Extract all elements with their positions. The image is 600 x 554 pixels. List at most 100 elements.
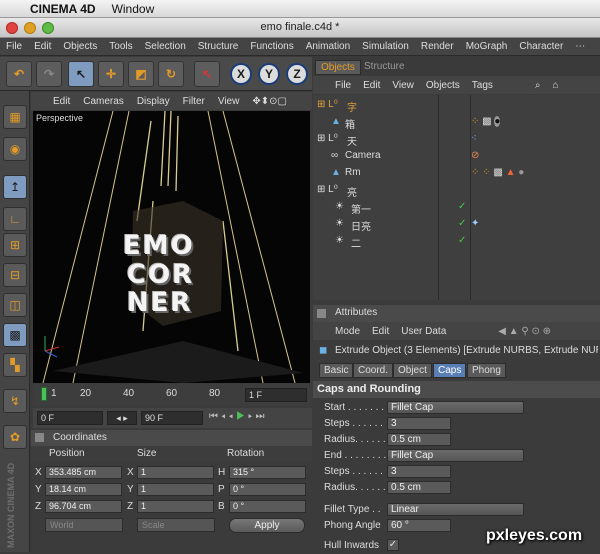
menu-objects[interactable]: Objects — [63, 41, 97, 52]
rotate-tool-icon[interactable]: ↻ — [158, 61, 184, 87]
object-name[interactable]: Camera — [345, 150, 381, 161]
object-name[interactable]: 第一 — [351, 201, 371, 216]
position-y-field[interactable]: 18.14 cm — [45, 483, 122, 496]
object-name[interactable]: 日亮 — [351, 218, 371, 233]
objmenu-file[interactable]: File — [335, 80, 351, 91]
object-name[interactable]: 箱 — [345, 116, 355, 131]
viewport-menu-view[interactable]: View — [218, 96, 240, 107]
attrmenu-edit[interactable]: Edit — [372, 326, 389, 337]
material-tags[interactable]: ⁘ ▩ ● — [471, 116, 501, 127]
points-mode-icon[interactable]: ∟ — [3, 207, 27, 231]
target-tag-icon[interactable]: ✦ — [471, 218, 479, 229]
start-steps-field[interactable]: 3 — [387, 417, 451, 430]
rotation-b-field[interactable]: 0 ° — [229, 500, 306, 513]
apply-button[interactable]: Apply — [229, 518, 305, 533]
viewport-menu-filter[interactable]: Filter — [183, 96, 205, 107]
position-x-field[interactable]: 353.485 cm — [45, 466, 122, 479]
objmenu-edit[interactable]: Edit — [363, 80, 380, 91]
object-row[interactable]: ☀ 二 ✓ — [313, 233, 600, 250]
tab-phong[interactable]: Phong — [467, 363, 506, 378]
texture-mode-icon[interactable]: ▩ — [3, 323, 27, 347]
size-x-field[interactable]: 1 — [137, 466, 214, 479]
menu-render[interactable]: Render — [421, 41, 454, 52]
material-tags[interactable]: ⁘ ⁘ ▩ ▲ ● — [471, 167, 524, 178]
app-menu[interactable]: CINEMA 4D — [30, 2, 96, 16]
viewport[interactable]: Perspective EMO CORNER — [33, 111, 310, 383]
menu-functions[interactable]: Functions — [250, 41, 293, 52]
object-row[interactable]: ☀ 第一 ✓ — [313, 199, 600, 216]
hull-inwards-checkbox[interactable]: ✓ — [387, 539, 399, 551]
object-row[interactable]: ⊞ L⁰ 字 — [313, 97, 600, 114]
menu-character[interactable]: Character — [519, 41, 563, 52]
timeline[interactable]: 1 20 40 60 80 1 F — [33, 384, 312, 406]
rotation-p-field[interactable]: 0 ° — [229, 483, 306, 496]
model-mode-icon[interactable]: ▦ — [3, 105, 27, 129]
objmenu-tags[interactable]: Tags — [472, 80, 493, 91]
tab-caps[interactable]: Caps — [433, 363, 467, 378]
playback-controls[interactable]: ⏮◂◂▶▸⏭ — [209, 411, 268, 422]
objmenu-view[interactable]: View — [392, 80, 414, 91]
undo-icon[interactable]: ↶ — [6, 61, 32, 87]
live-selection-icon[interactable]: ↖ — [194, 61, 220, 87]
menu-edit[interactable]: Edit — [34, 41, 51, 52]
polygons-mode-icon[interactable]: ⊟ — [3, 263, 27, 287]
camera-tag-icon[interactable]: ⊘ — [471, 150, 479, 161]
menu-overflow-icon[interactable]: ⋯ — [575, 41, 585, 52]
menu-tools[interactable]: Tools — [109, 41, 132, 52]
search-icon[interactable]: ⌕ — [535, 80, 541, 91]
frame-stepper[interactable]: ◂ ▸ — [107, 411, 137, 425]
end-radius-field[interactable]: 0.5 cm — [387, 481, 451, 494]
objmenu-objects[interactable]: Objects — [426, 80, 460, 91]
object-row[interactable]: ▲ 箱 ⁘ ▩ ● — [313, 114, 600, 131]
menu-animation[interactable]: Animation — [306, 41, 350, 52]
x-axis-button[interactable]: X — [230, 63, 252, 85]
home-icon[interactable]: ⌂ — [553, 80, 559, 91]
menu-mograph[interactable]: MoGraph — [466, 41, 508, 52]
checker-icon[interactable]: ▚ — [3, 353, 27, 377]
viewport-menu-display[interactable]: Display — [137, 96, 170, 107]
axis-mode-icon[interactable]: ↥ — [3, 175, 27, 199]
tab-basic[interactable]: Basic — [319, 363, 354, 378]
tab-structure[interactable]: Structure — [359, 60, 410, 75]
coordinate-system-select[interactable]: World — [45, 518, 123, 532]
size-z-field[interactable]: 1 — [137, 500, 214, 513]
menu-structure[interactable]: Structure — [198, 41, 239, 52]
menu-selection[interactable]: Selection — [145, 41, 186, 52]
object-row[interactable]: ⊞ L⁰ 亮 — [313, 182, 600, 199]
panel-grip-icon[interactable] — [317, 309, 326, 318]
enabled-check-icon[interactable]: ✓ — [458, 218, 466, 229]
object-row[interactable]: ☀ 日亮 ✓ ✦ — [313, 216, 600, 233]
viewport-menu-cameras[interactable]: Cameras — [83, 96, 124, 107]
panel-grip-icon[interactable] — [35, 433, 44, 442]
attrmenu-mode[interactable]: Mode — [335, 326, 360, 337]
object-name[interactable]: 天 — [347, 133, 357, 148]
object-row[interactable]: ∞ Camera ⊘ — [313, 148, 600, 165]
size-y-field[interactable]: 1 — [137, 483, 214, 496]
uvw-mode-icon[interactable]: ◫ — [3, 293, 27, 317]
fillet-type-dropdown[interactable]: Linear — [387, 503, 524, 516]
attrmenu-user-data[interactable]: User Data — [401, 326, 446, 337]
object-name[interactable]: Rm — [345, 167, 361, 178]
end-cap-dropdown[interactable]: Fillet Cap — [387, 449, 524, 462]
snap-icon[interactable]: ✿ — [3, 425, 27, 449]
scale-tool-icon[interactable]: ◩ — [128, 61, 154, 87]
tag-icon[interactable]: ⁖ — [471, 133, 477, 144]
scale-mode-select[interactable]: Scale — [137, 518, 215, 532]
menu-file[interactable]: File — [6, 41, 22, 52]
z-axis-button[interactable]: Z — [286, 63, 308, 85]
select-tool-icon[interactable]: ↖ — [68, 61, 94, 87]
tab-object[interactable]: Object — [393, 363, 432, 378]
timeline-playhead[interactable] — [41, 387, 47, 401]
object-name[interactable]: 亮 — [347, 184, 357, 199]
end-steps-field[interactable]: 3 — [387, 465, 451, 478]
viewport-menu-edit[interactable]: Edit — [53, 96, 70, 107]
object-row[interactable]: ⊞ L⁰ 天 ⁖ — [313, 131, 600, 148]
position-z-field[interactable]: 96.704 cm — [45, 500, 122, 513]
nav-arrows-icon[interactable]: ◀ ▲ ⚲ ⊙ ⊕ — [498, 326, 551, 337]
end-frame-field[interactable]: 90 F — [141, 411, 203, 425]
object-name[interactable]: 字 — [347, 99, 357, 114]
redo-icon[interactable]: ↷ — [36, 61, 62, 87]
menu-simulation[interactable]: Simulation — [362, 41, 409, 52]
workplane-icon[interactable]: ↯ — [3, 389, 27, 413]
start-radius-field[interactable]: 0.5 cm — [387, 433, 451, 446]
